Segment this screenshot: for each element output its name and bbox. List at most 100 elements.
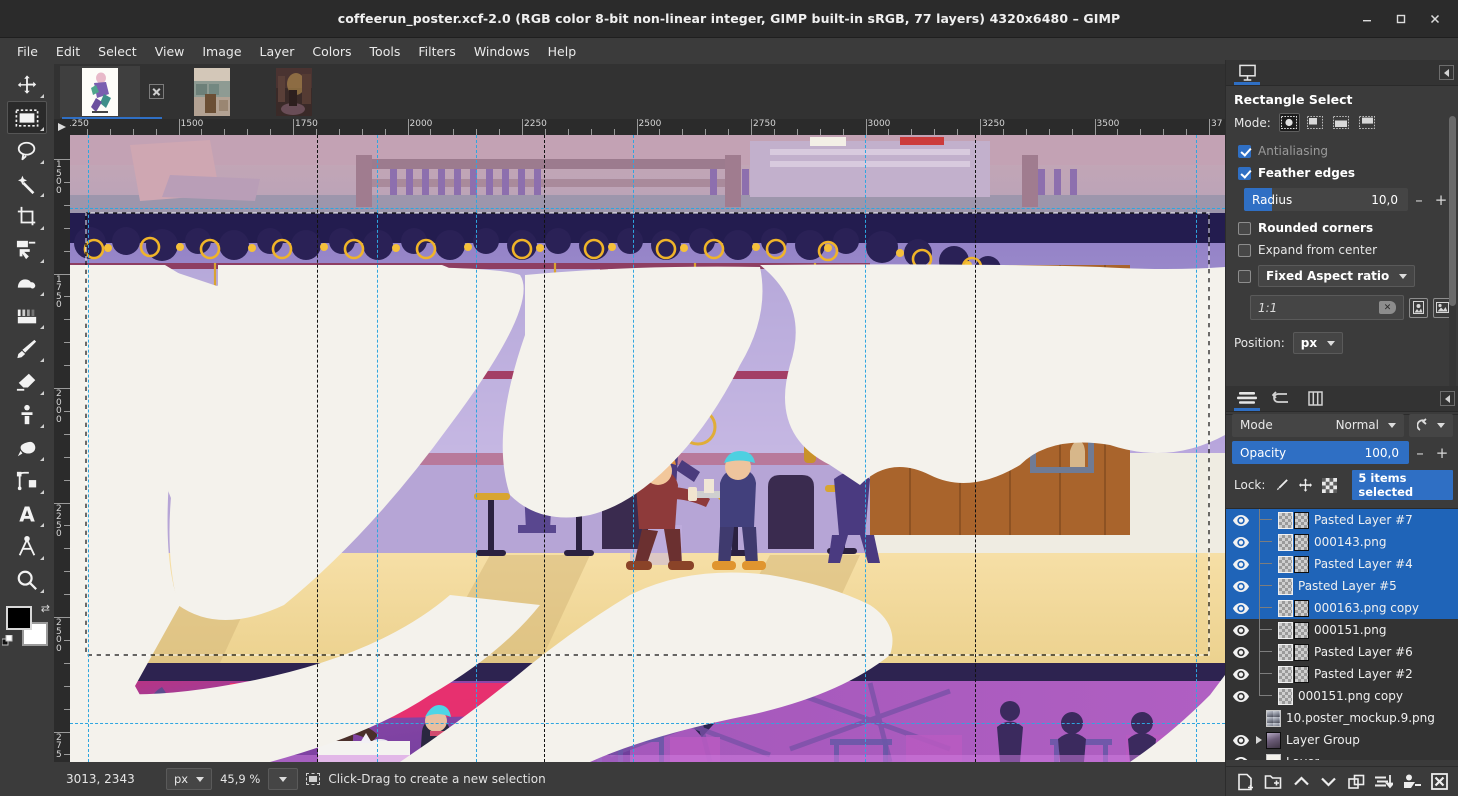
menu-view[interactable]: View	[146, 41, 194, 62]
close-tab-button[interactable]	[142, 66, 170, 118]
visibility-eye-icon[interactable]	[1230, 509, 1252, 531]
guide-vertical-5[interactable]	[865, 135, 866, 762]
visibility-off-slot[interactable]	[1230, 707, 1252, 729]
duplicate-layer-button[interactable]	[1345, 771, 1367, 793]
layer-row[interactable]: 000151.png copy	[1226, 685, 1458, 707]
layer-thumbnail[interactable]	[1266, 732, 1281, 749]
visibility-eye-icon[interactable]	[1230, 751, 1252, 760]
layer-group-expander[interactable]	[1252, 729, 1266, 751]
layer-thumbnail[interactable]	[1278, 534, 1293, 551]
antialiasing-checkbox[interactable]	[1238, 145, 1251, 158]
portrait-orientation-button[interactable]	[1409, 298, 1428, 318]
visibility-eye-icon[interactable]	[1230, 619, 1252, 641]
anchor-layer-button[interactable]	[1401, 771, 1423, 793]
horizontal-ruler[interactable]: 1250150017502000225025002750300032503500…	[70, 119, 1225, 135]
eraser-tool[interactable]	[7, 365, 47, 398]
feather-edges-row[interactable]: Feather edges	[1232, 162, 1452, 184]
radius-slider[interactable]: Radius 10,0	[1244, 188, 1408, 211]
tool-options-scrollbar[interactable]	[1449, 116, 1456, 404]
image-canvas[interactable]	[70, 135, 1225, 762]
layer-row[interactable]: Pasted Layer #4	[1226, 553, 1458, 575]
reset-layer-mode-button[interactable]	[1409, 414, 1453, 437]
close-button[interactable]	[1418, 0, 1452, 38]
visibility-eye-icon[interactable]	[1230, 575, 1252, 597]
image-tab-0[interactable]	[60, 66, 140, 118]
fixed-checkbox[interactable]	[1238, 270, 1251, 283]
rounded-corners-checkbox[interactable]	[1238, 222, 1251, 235]
visibility-eye-icon[interactable]	[1230, 685, 1252, 707]
reset-colors-icon[interactable]	[2, 635, 14, 650]
layer-thumbnail[interactable]	[1278, 688, 1293, 705]
guide-vertical-3[interactable]	[476, 135, 477, 762]
layer-mask-thumbnail[interactable]	[1294, 600, 1309, 617]
menu-windows[interactable]: Windows	[465, 41, 539, 62]
measure-tool[interactable]	[7, 530, 47, 563]
layer-mask-thumbnail[interactable]	[1294, 512, 1309, 529]
menu-tools[interactable]: Tools	[361, 41, 410, 62]
foreground-color-swatch[interactable]	[6, 606, 32, 630]
minimize-button[interactable]	[1350, 0, 1384, 38]
layer-row[interactable]: 10.poster_mockup.9.png	[1226, 707, 1458, 729]
mode-subtract-button[interactable]	[1331, 113, 1352, 132]
visibility-eye-icon[interactable]	[1230, 553, 1252, 575]
zoom-dropdown-button[interactable]	[268, 768, 298, 790]
expand-from-center-row[interactable]: Expand from center	[1232, 239, 1452, 261]
layer-row[interactable]: Layer Group	[1226, 729, 1458, 751]
unit-selector[interactable]: px	[166, 768, 212, 790]
layer-row[interactable]: 000151.png	[1226, 619, 1458, 641]
visibility-eye-icon[interactable]	[1230, 531, 1252, 553]
layer-row[interactable]: Pasted Layer #6	[1226, 641, 1458, 663]
guide-vertical-2[interactable]	[377, 135, 378, 762]
ruler-origin-button[interactable]	[54, 119, 70, 135]
color-swatches[interactable]: ⇄	[6, 606, 48, 648]
guide-vertical-4[interactable]	[633, 135, 634, 762]
zoom-tool[interactable]	[7, 563, 47, 596]
feather-edges-checkbox[interactable]	[1238, 167, 1251, 180]
lower-layer-button[interactable]	[1318, 771, 1340, 793]
layer-mode-dropdown[interactable]: Mode Normal	[1232, 414, 1404, 437]
visibility-eye-icon[interactable]	[1230, 597, 1252, 619]
layer-row[interactable]: Pasted Layer #7	[1226, 509, 1458, 531]
clone-tool[interactable]	[7, 398, 47, 431]
paths-tool[interactable]	[7, 464, 47, 497]
visibility-eye-icon[interactable]	[1230, 729, 1252, 751]
layer-mask-thumbnail[interactable]	[1294, 644, 1309, 661]
menu-file[interactable]: File	[8, 41, 47, 62]
lock-alpha-icon[interactable]	[1322, 477, 1337, 493]
guide-horizontal-2[interactable]	[70, 723, 1225, 724]
layer-thumbnail[interactable]	[1266, 710, 1281, 727]
layer-thumbnail[interactable]	[1266, 754, 1281, 761]
guide-horizontal-1[interactable]	[70, 208, 1225, 209]
tab-tool-options[interactable]	[1230, 60, 1264, 85]
radius-decrease-button[interactable]: –	[1408, 188, 1430, 211]
gradient-tool[interactable]	[7, 299, 47, 332]
dock-menu-button[interactable]	[1439, 65, 1454, 80]
crop-tool[interactable]	[7, 200, 47, 233]
mode-intersect-button[interactable]	[1357, 113, 1378, 132]
layer-mask-thumbnail[interactable]	[1294, 622, 1309, 639]
menu-help[interactable]: Help	[539, 41, 586, 62]
tab-layers[interactable]	[1230, 386, 1264, 411]
layer-mask-thumbnail[interactable]	[1294, 666, 1309, 683]
layer-row[interactable]: Pasted Layer #2	[1226, 663, 1458, 685]
swap-colors-icon[interactable]: ⇄	[41, 602, 50, 615]
rectangle-select-tool[interactable]	[7, 101, 47, 134]
layer-mask-thumbnail[interactable]	[1294, 556, 1309, 573]
antialiasing-row[interactable]: Antialiasing	[1232, 140, 1452, 162]
layer-row[interactable]: 000143.png	[1226, 531, 1458, 553]
tab-undo-history[interactable]	[1264, 386, 1298, 411]
opacity-increase-button[interactable]: +	[1431, 441, 1453, 464]
raise-layer-button[interactable]	[1290, 771, 1312, 793]
clear-icon[interactable]: ✕	[1379, 301, 1396, 314]
position-unit-dropdown[interactable]: px	[1293, 332, 1343, 354]
text-tool[interactable]: A	[7, 497, 47, 530]
guide-vertical-6[interactable]	[1196, 135, 1197, 762]
opacity-slider[interactable]: Opacity 100,0	[1232, 441, 1409, 464]
menu-layer[interactable]: Layer	[251, 41, 304, 62]
rounded-corners-row[interactable]: Rounded corners	[1232, 217, 1452, 239]
layer-thumbnail[interactable]	[1278, 622, 1293, 639]
mode-add-button[interactable]	[1305, 113, 1326, 132]
lock-position-icon[interactable]	[1298, 477, 1313, 493]
paintbrush-tool[interactable]	[7, 332, 47, 365]
layer-thumbnail[interactable]	[1278, 556, 1293, 573]
